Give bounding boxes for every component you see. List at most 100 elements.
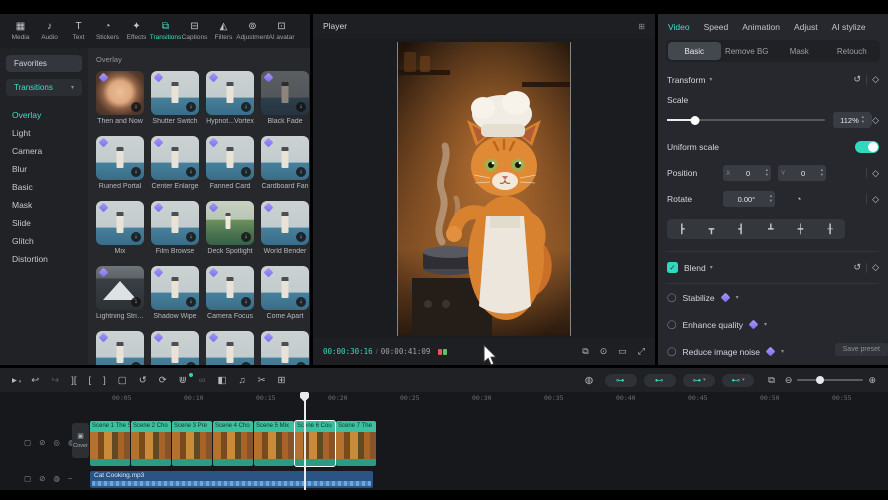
- trim-left[interactable]: [: [89, 375, 94, 386]
- audio[interactable]: ♪ Audio: [35, 21, 64, 41]
- save-preset-button[interactable]: Save preset: [835, 343, 888, 356]
- inspector-tab[interactable]: Adjust: [794, 22, 818, 32]
- chevron-down-icon[interactable]: ▾: [781, 348, 784, 355]
- captions[interactable]: ⊟ Captions: [180, 21, 209, 41]
- align-center-horizontal-icon[interactable]: ┿: [798, 224, 803, 235]
- stepper-icon[interactable]: ▴▾: [770, 194, 772, 204]
- keyframe-icon[interactable]: ◇: [872, 262, 879, 273]
- inspector-subtab[interactable]: Basic: [668, 42, 721, 60]
- transitions[interactable]: ⧉ Transitions: [151, 21, 180, 41]
- transition-item[interactable]: ↓ Camera Focus: [206, 266, 254, 320]
- inspector-tab[interactable]: Animation: [742, 22, 780, 32]
- timeline-ruler[interactable]: 00:05 00:10 00:15 00:20 00:25 00:30 00:3…: [112, 394, 888, 402]
- video-clip[interactable]: Scene 3 Pre: [172, 421, 212, 466]
- uniform-scale-toggle[interactable]: [855, 141, 879, 153]
- focus-icon[interactable]: ⊙: [600, 346, 608, 357]
- voiceover-mic-icon[interactable]: ◍: [585, 375, 593, 386]
- hide-track-icon[interactable]: ◎: [53, 438, 60, 447]
- video-frame[interactable]: [397, 42, 571, 336]
- transition-item[interactable]: ↓ Shadow Wipe: [151, 266, 199, 320]
- rotate-clip[interactable]: ⟳: [159, 375, 169, 386]
- transition-in-toggle[interactable]: ⊶: [605, 374, 637, 387]
- checkbox-icon[interactable]: ◯: [667, 346, 677, 357]
- collapse-track-icon[interactable]: −: [68, 474, 72, 483]
- video-clip[interactable]: Scene 6 Cou: [295, 421, 335, 466]
- chevron-down-icon[interactable]: ▾: [764, 321, 767, 328]
- ai-avatar[interactable]: ⊡ AI avatar: [267, 21, 296, 41]
- transition-item[interactable]: ↓: [261, 331, 309, 365]
- zoom-in-icon[interactable]: ⊕: [868, 375, 876, 386]
- transition-item[interactable]: ↓: [151, 331, 199, 365]
- player-panel-menu-icon[interactable]: ⊞: [638, 22, 645, 31]
- timeline[interactable]: 00:05 00:10 00:15 00:20 00:25 00:30 00:3…: [0, 392, 888, 490]
- stickers[interactable]: ◔ Stickers: [93, 21, 122, 41]
- inspector-tab[interactable]: Video: [668, 22, 690, 32]
- sidebar-item[interactable]: Distortion: [0, 250, 88, 268]
- zoom-out-icon[interactable]: ⊖: [785, 375, 793, 386]
- rotate-input[interactable]: 0.00° ▴▾: [723, 191, 775, 207]
- rotate-dial-icon[interactable]: ◔: [796, 194, 801, 204]
- mute-track-icon[interactable]: ◍: [53, 474, 60, 483]
- chevron-down-icon[interactable]: ▾: [709, 76, 712, 83]
- zoom-slider-handle[interactable]: [816, 376, 824, 384]
- filters[interactable]: ◭ Filters: [209, 21, 238, 41]
- inspector-subtab[interactable]: Retouch: [826, 42, 879, 60]
- grid-view[interactable]: ⊞: [278, 375, 288, 386]
- align-top-icon[interactable]: ┳: [709, 224, 714, 235]
- transition-item[interactable]: ↓: [206, 331, 254, 365]
- trim-right[interactable]: ]: [103, 375, 108, 386]
- reverse[interactable]: ↺: [139, 375, 149, 386]
- transition-item[interactable]: ↓ Cardboard Fan: [261, 136, 309, 190]
- transition-item[interactable]: ↓: [96, 331, 144, 365]
- cover-button[interactable]: ▣ Cover: [72, 423, 89, 458]
- keyframe-out-toggle[interactable]: ⊷▾: [722, 374, 754, 387]
- split[interactable]: ][: [71, 375, 78, 386]
- link-clips[interactable]: ∞: [199, 375, 208, 386]
- transition-item[interactable]: ↓ Black Fade: [261, 71, 309, 125]
- favorites-button[interactable]: Favorites: [6, 55, 82, 72]
- keyframe-icon[interactable]: ◇: [872, 74, 879, 85]
- align-center-vertical-icon[interactable]: ╂: [827, 224, 832, 235]
- keyframe-icon[interactable]: ◇: [872, 194, 879, 205]
- sidebar-item[interactable]: Mask: [0, 196, 88, 214]
- reset-icon[interactable]: ↺: [854, 74, 862, 85]
- chevron-down-icon[interactable]: ▾: [736, 294, 739, 301]
- blend-checkbox[interactable]: ✓: [667, 262, 678, 273]
- text[interactable]: T Text: [64, 21, 93, 41]
- inspector-subtab[interactable]: Remove BG: [721, 42, 774, 60]
- track-frame-icon[interactable]: ▢: [24, 474, 31, 483]
- sidebar-item[interactable]: Blur: [0, 160, 88, 178]
- video-clip[interactable]: Scene 2 Cho: [131, 421, 171, 466]
- transition-item[interactable]: ↓ Lightning Strike: [96, 266, 144, 320]
- position-x-input[interactable]: X 0 ▴▾: [723, 165, 771, 181]
- lock-icon[interactable]: ⊘: [39, 438, 45, 447]
- ratio-icon[interactable]: ▭: [618, 346, 627, 357]
- transition-item[interactable]: ↓ Film Browse: [151, 201, 199, 255]
- inspector-tab[interactable]: AI stylize: [832, 22, 866, 32]
- freeze-frame[interactable]: ▢: [118, 375, 129, 386]
- transition-item[interactable]: ↓ Come Apart: [261, 266, 309, 320]
- lock-icon[interactable]: ⊘: [39, 474, 45, 483]
- align-right-icon[interactable]: ┫: [738, 224, 743, 235]
- undo[interactable]: ↩: [31, 375, 41, 386]
- inspector-tab[interactable]: Speed: [704, 22, 729, 32]
- transition-out-toggle[interactable]: ⊷: [644, 374, 676, 387]
- effects[interactable]: ✦ Effects: [122, 21, 151, 41]
- sidebar-item[interactable]: Camera: [0, 142, 88, 160]
- position-y-input[interactable]: Y 0 ▴▾: [778, 165, 826, 181]
- keyframe-icon[interactable]: ◇: [872, 168, 879, 179]
- scale-slider[interactable]: [667, 119, 825, 121]
- category-dropdown[interactable]: Transitions ▾: [6, 79, 82, 96]
- crop-clip[interactable]: ✂: [258, 375, 268, 386]
- transition-item[interactable]: ↓ Mix: [96, 201, 144, 255]
- extract-audio[interactable]: ♫: [238, 375, 247, 386]
- keyframe-icon[interactable]: ◇: [872, 115, 879, 126]
- video-clip[interactable]: Scene 5 Mix: [254, 421, 294, 466]
- stepper-icon[interactable]: ▴▾: [821, 168, 823, 178]
- video-clip[interactable]: Scene 4 Cho: [213, 421, 253, 466]
- sidebar-item[interactable]: Light: [0, 124, 88, 142]
- timeline-zoom-slider[interactable]: [797, 379, 863, 381]
- checkbox-icon[interactable]: ◯: [667, 292, 677, 303]
- chevron-down-icon[interactable]: ▾: [710, 264, 713, 271]
- sidebar-item[interactable]: Glitch: [0, 232, 88, 250]
